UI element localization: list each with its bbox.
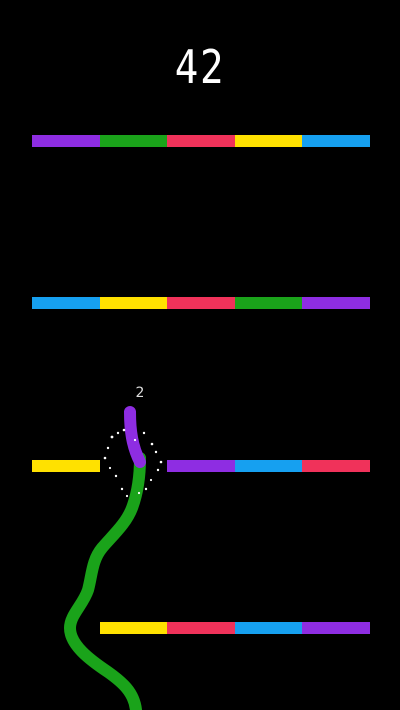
snake-body: [64, 452, 146, 710]
snake-layer: 2: [64, 385, 163, 710]
snake-length-label: 2: [136, 385, 145, 401]
snake-head: [124, 406, 146, 468]
game-stage[interactable]: 42 2: [0, 0, 400, 710]
